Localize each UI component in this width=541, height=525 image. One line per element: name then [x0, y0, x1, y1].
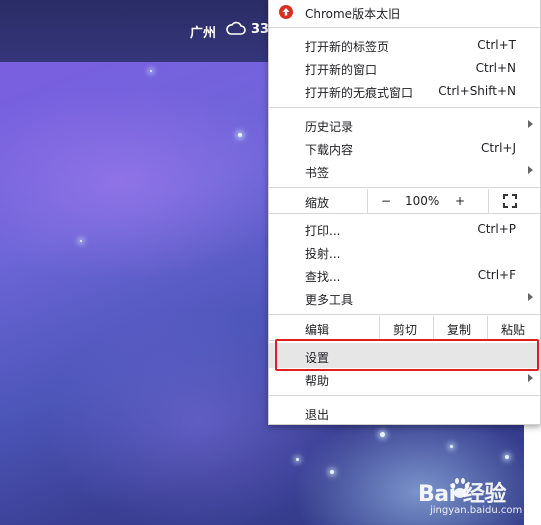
menu-item-shortcut: Ctrl+N — [475, 61, 516, 75]
menu-divider — [269, 107, 540, 108]
submenu-arrow-icon — [528, 166, 533, 174]
paste-button[interactable]: 粘贴 — [501, 321, 525, 338]
baidu-jingyan-watermark: Bai 经验 jingyan.baidu.com — [418, 476, 528, 520]
menu-divider — [269, 27, 540, 28]
menu-item-cast[interactable]: 投射... — [269, 241, 540, 263]
submenu-arrow-icon — [528, 374, 533, 382]
menu-item-label: 缩放 — [305, 196, 330, 210]
fullscreen-icon[interactable] — [503, 194, 517, 208]
menu-item-update-chrome[interactable]: Chrome版本太旧 — [269, 1, 540, 23]
menu-item-bookmarks[interactable]: 书签 — [269, 160, 540, 182]
zoom-level: 100% — [405, 194, 440, 208]
menu-item-label: 查找... — [305, 270, 341, 284]
menu-item-exit[interactable]: 退出 — [269, 402, 540, 424]
zoom-in-button[interactable]: + — [455, 194, 465, 208]
copy-button[interactable]: 复制 — [447, 321, 471, 338]
menu-item-label: 退出 — [305, 408, 330, 422]
menu-item-label: 编辑 — [305, 323, 330, 337]
menu-item-label: 书签 — [305, 166, 330, 180]
menu-divider — [269, 314, 540, 315]
edit-divider — [487, 316, 488, 340]
menu-item-shortcut: Ctrl+P — [477, 222, 516, 236]
menu-item-label: 下载内容 — [305, 143, 354, 157]
sparkle — [238, 133, 242, 137]
sparkle — [450, 445, 453, 448]
menu-item-new-tab[interactable]: 打开新的标签页 Ctrl+T — [269, 34, 540, 56]
menu-item-downloads[interactable]: 下载内容 Ctrl+J — [269, 137, 540, 159]
sparkle — [296, 458, 299, 461]
menu-item-label: 帮助 — [305, 374, 330, 388]
menu-item-edit: 编辑 剪切 复制 粘贴 — [269, 316, 540, 340]
cloud-icon — [226, 21, 246, 35]
menu-divider — [269, 395, 540, 396]
menu-item-shortcut: Ctrl+Shift+N — [438, 84, 516, 98]
menu-item-label: 更多工具 — [305, 293, 354, 307]
menu-item-more-tools[interactable]: 更多工具 — [269, 287, 540, 309]
menu-item-label: 打开新的标签页 — [305, 40, 390, 54]
menu-item-shortcut: Ctrl+F — [477, 268, 516, 282]
submenu-arrow-icon — [528, 293, 533, 301]
submenu-arrow-icon — [528, 120, 533, 128]
menu-item-find[interactable]: 查找... Ctrl+F — [269, 264, 540, 286]
sparkle — [505, 455, 509, 459]
menu-item-shortcut: Ctrl+J — [481, 141, 516, 155]
menu-item-print[interactable]: 打印... Ctrl+P — [269, 218, 540, 240]
watermark-url: jingyan.baidu.com — [430, 505, 523, 516]
menu-item-label: 投射... — [305, 247, 341, 261]
menu-item-label: 打印... — [305, 224, 341, 238]
menu-item-shortcut: Ctrl+T — [477, 38, 516, 52]
menu-item-help[interactable]: 帮助 — [269, 368, 540, 390]
menu-item-zoom: 缩放 − 100% + — [269, 189, 540, 213]
edit-divider — [379, 316, 380, 340]
menu-item-new-window[interactable]: 打开新的窗口 Ctrl+N — [269, 57, 540, 79]
menu-item-label: 打开新的窗口 — [305, 63, 378, 77]
settings-highlight-annotation — [275, 339, 539, 371]
menu-item-label: 打开新的无痕式窗口 — [305, 86, 414, 100]
menu-divider — [269, 187, 540, 188]
sparkle — [330, 470, 334, 474]
edit-divider — [433, 316, 434, 340]
menu-item-new-incognito-window[interactable]: 打开新的无痕式窗口 Ctrl+Shift+N — [269, 80, 540, 102]
zoom-out-button[interactable]: − — [381, 194, 391, 208]
location-label[interactable]: 广州 — [190, 22, 216, 41]
menu-item-label: Chrome版本太旧 — [305, 7, 401, 21]
menu-item-label: 历史记录 — [305, 120, 354, 134]
sparkle — [80, 240, 82, 242]
cut-button[interactable]: 剪切 — [393, 321, 417, 338]
menu-divider — [269, 213, 540, 214]
paw-icon — [450, 478, 470, 498]
menu-item-history[interactable]: 历史记录 — [269, 114, 540, 136]
update-arrow-icon — [279, 5, 293, 19]
sparkle — [380, 432, 385, 437]
zoom-divider — [367, 189, 368, 213]
sparkle — [150, 70, 152, 72]
zoom-divider — [488, 189, 489, 213]
